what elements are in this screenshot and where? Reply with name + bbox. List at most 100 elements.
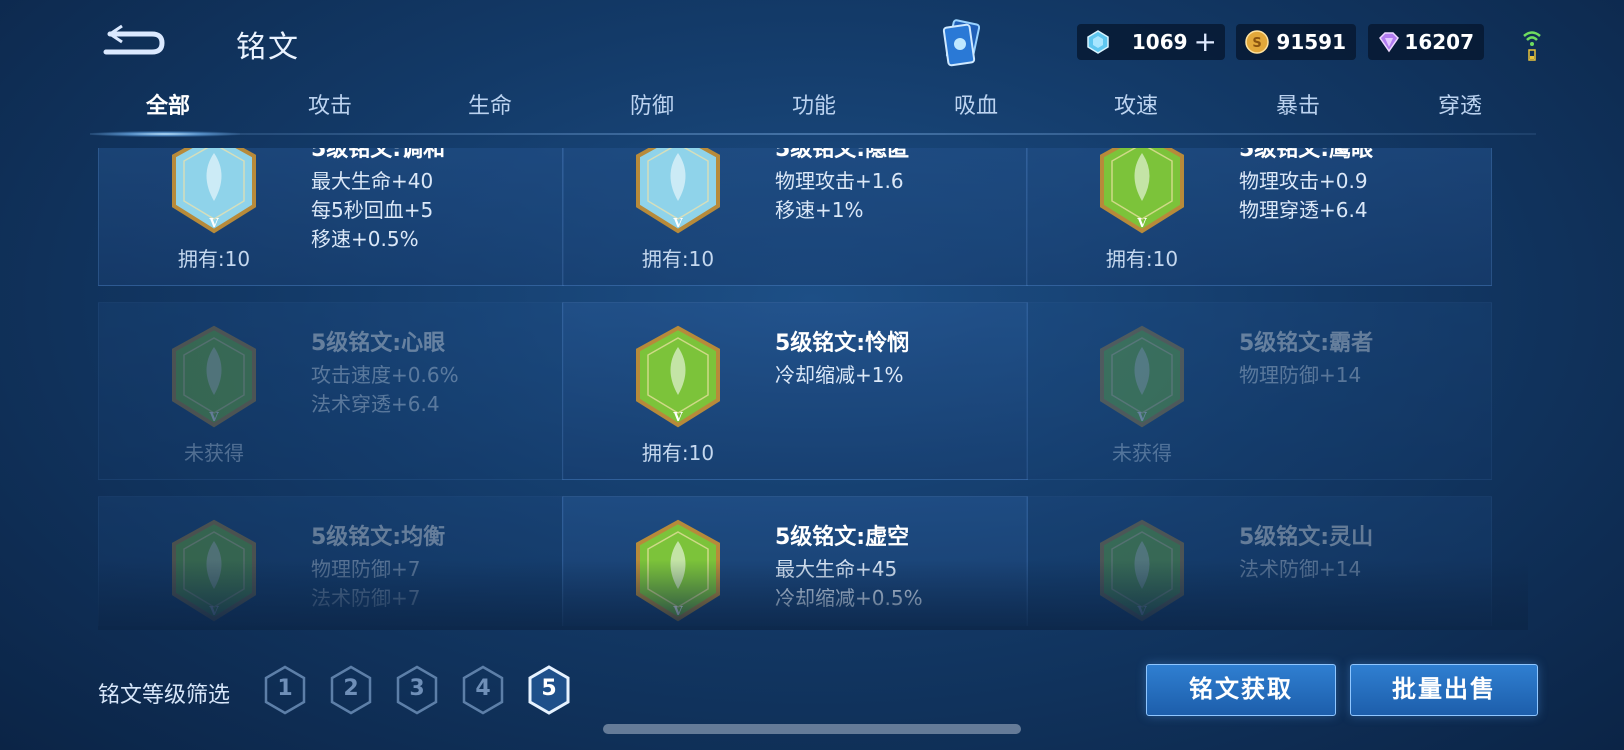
tab-attack[interactable]: 攻击 [308,88,352,120]
active-tab-indicator [90,131,240,137]
tab-penetration[interactable]: 穿透 [1438,88,1482,120]
level-label: 2 [343,676,359,701]
inscription-card[interactable]: V 未获得 5级铭文:心眼 攻击速度+0.6% 法术穿透+6.4 [98,302,564,480]
stat-line: 冷却缩减+0.5% [775,586,923,610]
card-deck-icon[interactable] [938,18,986,70]
stat-line: 物理攻击+1.6 [775,169,904,193]
category-tabs: 全部 攻击 生命 防御 功能 吸血 攻速 暴击 穿透 [90,88,1536,136]
shield-emblem-icon: V [1100,325,1184,428]
inscription-name: 5级铭文:隐匿 [775,148,910,162]
svg-text:V: V [1136,410,1147,424]
inscription-name: 5级铭文:灵山 [1239,525,1374,550]
owned-count: 拥有:10 [641,247,715,271]
inscription-stats: 物理攻击+0.9 物理穿透+6.4 [1239,167,1368,225]
inscription-stats: 最大生命+40 每5秒回血+5 移速+0.5% [311,167,433,254]
tab-lifesteal[interactable]: 吸血 [954,88,998,120]
level-label: 3 [409,676,425,701]
diamond-emblem-icon: V [172,519,256,622]
svg-text:V: V [672,604,683,618]
star-hourglass-emblem-icon: V [636,325,720,428]
svg-text:V: V [672,410,683,424]
inscription-card[interactable]: V 拥有:10 5级铭文:怜悯冷却缩减+1% [562,302,1028,480]
back-arrow-icon[interactable] [100,20,170,60]
inscription-card[interactable]: V拥有:105级铭文:虚空最大生命+45冷却缩减+0.5% [562,496,1028,626]
wifi-icon [1523,31,1541,61]
leaf-emblem-icon: V [636,519,720,622]
inscription-card[interactable]: V 拥有:10 5级铭文:鹰眼 物理攻击+0.9 物理穿透+6.4 [1026,148,1492,286]
stat-line: 每5秒回血+5 [311,198,434,222]
level-filter-4[interactable]: 4 [460,664,506,716]
inscription-stats: 物理攻击+1.6 移速+1% [775,167,904,225]
stat-line: 法术穿透+6.4 [311,392,440,416]
gem-value: 16207 [1404,30,1474,54]
inscription-name: 5级铭文:霸者 [1239,331,1374,356]
flame-emblem-icon: V [636,148,720,234]
tab-attack-speed[interactable]: 攻速 [1114,88,1158,120]
inscription-card[interactable]: V 拥有:10 5级铭文:调和最大生命+40 每5秒回血+5 移速+0.5% [98,148,564,286]
inscription-card[interactable]: V 拥有:10 5级铭文:隐匿物理攻击+1.6 移速+1% [562,148,1028,286]
inscription-name: 5级铭文:均衡 [311,525,446,550]
owned-count: 拥有:10 [641,441,715,465]
stat-line: 法术防御+14 [1239,557,1362,581]
home-indicator [603,724,1021,734]
level-filter-1[interactable]: 1 [262,664,308,716]
inscription-name: 5级铭文:虚空 [775,525,910,550]
level-label: 5 [541,676,557,701]
stat-line: 最大生命+40 [311,169,434,193]
tab-defense[interactable]: 防御 [630,88,674,120]
purple-gem-icon [1379,32,1399,53]
owned-count: 未获得 [184,441,244,465]
level-filter-2[interactable]: 2 [328,664,374,716]
tab-divider [90,133,1536,135]
svg-text:V: V [1136,216,1147,230]
inscription-card[interactable]: V未获得5级铭文:均衡物理防御+7法术防御+7 [98,496,564,626]
stat-line: 最大生命+45 [775,557,898,581]
mountain-emblem-icon: V [1100,519,1184,622]
add-diamond-button[interactable]: + [1194,28,1217,56]
owned-count: 拥有:10 [177,247,251,271]
svg-text:V: V [208,604,219,618]
owned-count: 未获得 [1112,441,1172,465]
page-title: 铭文 [236,30,300,65]
svg-text:V: V [208,410,219,424]
stat-line: 移速+1% [775,198,864,222]
inscription-name: 5级铭文:怜悯 [775,331,910,356]
inscription-card[interactable]: V未获得5级铭文:灵山法术防御+14 [1026,496,1492,626]
inscription-stats: 法术防御+14 [1239,555,1361,584]
level-filter-3[interactable]: 3 [394,664,440,716]
level-filter-label: 铭文等级筛选 [98,683,231,708]
inscription-stats: 物理防御+7 法术防御+7 [311,555,420,613]
gold-value: 91591 [1276,30,1346,54]
svg-text:V: V [208,216,219,230]
inscription-stats: 攻击速度+0.6% 法术穿透+6.4 [311,361,459,419]
tab-health[interactable]: 生命 [468,88,512,120]
inscription-stats: 物理防御+14 [1239,361,1361,390]
inscription-stats: 最大生命+45 冷却缩减+0.5% [775,555,923,613]
get-inscription-button[interactable]: 铭文获取 [1146,664,1336,716]
svg-text:V: V [1136,604,1147,618]
tab-utility[interactable]: 功能 [792,88,836,120]
wing-emblem-icon: V [1100,148,1184,234]
gold-balance: S 91591 [1236,24,1356,60]
gate-emblem-icon: V [172,325,256,428]
stat-line: 移速+0.5% [311,227,419,251]
inscription-card[interactable]: V 未获得 5级铭文:霸者 物理防御+14 [1026,302,1492,480]
diamond-value: 1069 [1131,30,1188,54]
gold-coin-icon: S [1245,30,1269,54]
tab-all[interactable]: 全部 [146,88,190,120]
level-filter-5[interactable]: 5 [526,664,572,716]
bulk-sell-button[interactable]: 批量出售 [1350,664,1538,716]
level-label: 4 [475,676,491,701]
level-label: 1 [277,676,293,701]
diamond-icon [1087,30,1109,54]
stat-line: 物理防御+7 [311,557,421,581]
inscription-name: 5级铭文:调和 [311,148,446,162]
tab-critical[interactable]: 暴击 [1276,88,1320,120]
svg-text:V: V [672,216,683,230]
inscription-grid[interactable]: V 拥有:10 5级铭文:调和 最大生命+40 每5秒回血+5 移速+0.5% V 拥有:10… [98,148,1528,626]
gem-balance: 16207 [1368,24,1484,60]
diamond-balance: 1069 + [1077,24,1225,60]
inscription-stats: 冷却缩减+1% [775,361,904,390]
stat-line: 物理防御+14 [1239,363,1362,387]
stat-line: 物理穿透+6.4 [1239,198,1368,222]
